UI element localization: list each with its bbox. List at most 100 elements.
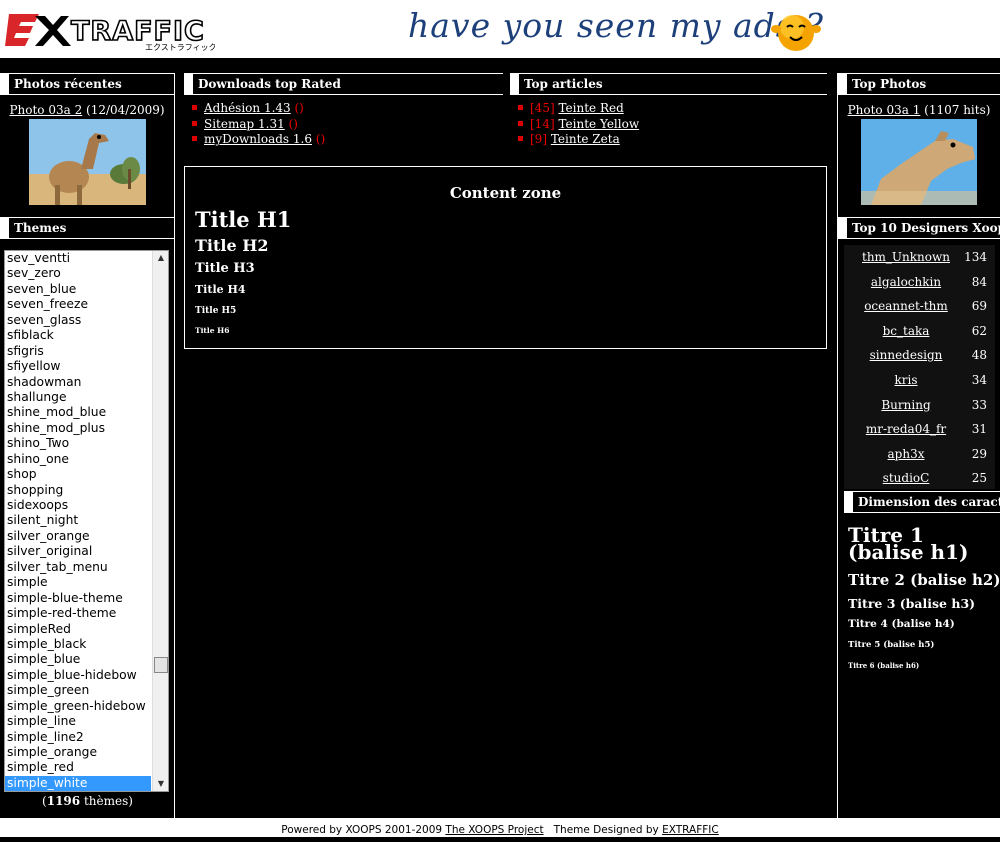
designer-link[interactable]: thm_Unknown [844, 245, 968, 269]
download-link[interactable]: Adhésion 1.43 [204, 101, 291, 115]
designer-link[interactable]: algalochkin [844, 270, 968, 294]
titre-h5: Titre 5 (balise h5) [848, 640, 935, 650]
theme-option[interactable]: shop [5, 467, 151, 482]
top-photo-caption: Photo 03a 1 (1107 hits) [838, 103, 1000, 117]
theme-option[interactable]: seven_freeze [5, 297, 151, 312]
theme-option[interactable]: shino_Two [5, 436, 151, 451]
designer-link[interactable]: kris [844, 368, 968, 392]
theme-option[interactable]: simple_red [5, 760, 151, 775]
designer-count: 84 [971, 274, 987, 289]
designers-title: Top 10 Designers Xoops [838, 217, 1000, 239]
theme-option[interactable]: simple_line [5, 714, 151, 729]
theme-option[interactable]: silent_night [5, 513, 151, 528]
theme-option[interactable]: sfiblack [5, 328, 151, 343]
theme-option[interactable]: simple_green-hidebow [5, 699, 151, 714]
theme-option[interactable]: shallunge [5, 390, 151, 405]
bullet-icon [518, 105, 523, 110]
download-link[interactable]: Sitemap 1.31 [204, 117, 285, 131]
header: TRAFFIC エクストラフィック have you seen my ads ? [0, 0, 1000, 58]
theme-option[interactable]: silver_original [5, 544, 151, 559]
designer-count: 34 [971, 373, 987, 387]
theme-option[interactable]: simple_blue-hidebow [5, 668, 151, 683]
designer-count: 69 [971, 299, 987, 314]
theme-option[interactable]: shine_mod_plus [5, 421, 151, 436]
designer-row: studioC 25 [844, 466, 995, 490]
scroll-up-icon[interactable]: ▲ [153, 251, 168, 265]
titre-h3: Titre 3 (balise h3) [848, 596, 976, 611]
themes-title: Themes [0, 217, 174, 239]
designer-link[interactable]: mr-reda04_fr [844, 417, 968, 441]
designer-link[interactable]: studioC [844, 466, 968, 490]
titre-h4: Titre 4 (balise h4) [848, 618, 955, 630]
bullet-icon [192, 136, 197, 141]
designer-link-footer[interactable]: EXTRAFFIC [662, 824, 719, 836]
download-extra: () [288, 116, 298, 131]
theme-option[interactable]: sev_ventti [5, 251, 151, 266]
theme-option[interactable]: shadowman [5, 375, 151, 390]
download-link[interactable]: myDownloads 1.6 [204, 132, 312, 146]
extraffic-logo[interactable]: TRAFFIC エクストラフィック [5, 6, 215, 52]
recent-photo-image[interactable] [28, 119, 146, 205]
article-count: [14] [530, 116, 555, 131]
scroll-down-icon[interactable]: ▼ [153, 777, 168, 791]
theme-count-suffix: thèmes) [80, 794, 133, 808]
designer-row: thm_Unknown 134 [844, 245, 995, 269]
recent-photo-date: (12/04/2009) [86, 103, 165, 117]
article-item: [45] Teinte Red [510, 101, 639, 117]
theme-option[interactable]: simple_black [5, 637, 151, 652]
articles-block: Top articles [510, 73, 827, 95]
scroll-thumb[interactable] [154, 657, 168, 673]
theme-option[interactable]: shine_mod_blue [5, 405, 151, 420]
bullet-icon [192, 120, 197, 126]
smiley-icon [771, 15, 821, 51]
designer-row: aph3x 29 [844, 442, 995, 466]
theme-option[interactable]: sev_zero [5, 266, 151, 281]
recent-photo-caption: Photo 03a 2 (12/04/2009) [0, 103, 174, 117]
theme-option[interactable]: silver_orange [5, 529, 151, 544]
designer-count: 62 [971, 323, 987, 338]
designer-link[interactable]: oceannet-thm [844, 294, 968, 318]
top-photo-image[interactable] [861, 119, 977, 205]
theme-option[interactable]: sfigris [5, 344, 151, 359]
top-photo-link[interactable]: Photo 03a 1 [848, 103, 921, 117]
themes-listbox[interactable]: sev_ventti sev_zero seven_blue seven_freeze… [4, 250, 169, 792]
designer-link[interactable]: Burning [844, 393, 968, 417]
titre-h1: Titre 1 (balise h1) [848, 523, 969, 564]
theme-option[interactable]: simple_white [5, 775, 151, 791]
theme-option[interactable]: simple_line2 [5, 730, 151, 745]
designer-link[interactable]: aph3x [844, 442, 968, 466]
designer-link[interactable]: bc_taka [844, 319, 968, 343]
article-link[interactable]: Teinte Zeta [551, 132, 620, 146]
articles-list: [45] Teinte Red [14] Teinte Yellow [9] T… [510, 101, 639, 148]
designer-count: 134 [964, 250, 987, 264]
downloads-block: Downloads top Rated [184, 73, 503, 95]
theme-option[interactable]: simple_green [5, 683, 151, 698]
theme-count: (1196 thèmes) [0, 794, 175, 808]
recent-photos-title: Photos récentes [0, 73, 174, 95]
top-photo-hits: (1107 hits) [924, 103, 991, 117]
download-extra: () [315, 132, 326, 146]
recent-photo-link[interactable]: Photo 03a 2 [9, 103, 82, 117]
article-link[interactable]: Teinte Yellow [558, 117, 639, 131]
theme-option[interactable]: simple_blue [5, 652, 151, 667]
theme-option[interactable]: simple [5, 575, 151, 590]
theme-option[interactable]: simple-red-theme [5, 606, 151, 621]
xoops-project-link[interactable]: The XOOPS Project [445, 824, 543, 836]
theme-option[interactable]: silver_tab_menu [5, 560, 151, 575]
ads-banner[interactable]: have you seen my ads ? [408, 6, 824, 45]
themes-list[interactable]: sev_ventti sev_zero seven_blue seven_freeze… [5, 251, 168, 791]
theme-option[interactable]: simple_orange [5, 745, 151, 760]
theme-option[interactable]: shopping [5, 483, 151, 498]
titre-h6: Titre 6 (balise h6) [848, 661, 920, 670]
theme-option[interactable]: shino_one [5, 452, 151, 467]
designer-link[interactable]: sinnedesign [844, 343, 968, 367]
article-link[interactable]: Teinte Red [558, 101, 623, 115]
theme-option[interactable]: seven_glass [5, 313, 151, 328]
theme-option[interactable]: sidexoops [5, 498, 151, 513]
theme-option[interactable]: seven_blue [5, 282, 151, 297]
footer-designed: Theme Designed by [543, 824, 663, 836]
themes-scrollbar[interactable]: ▲ ▼ [152, 251, 168, 791]
theme-option[interactable]: simpleRed [5, 622, 151, 637]
theme-option[interactable]: sfiyellow [5, 359, 151, 374]
theme-option[interactable]: simple-blue-theme [5, 591, 151, 606]
